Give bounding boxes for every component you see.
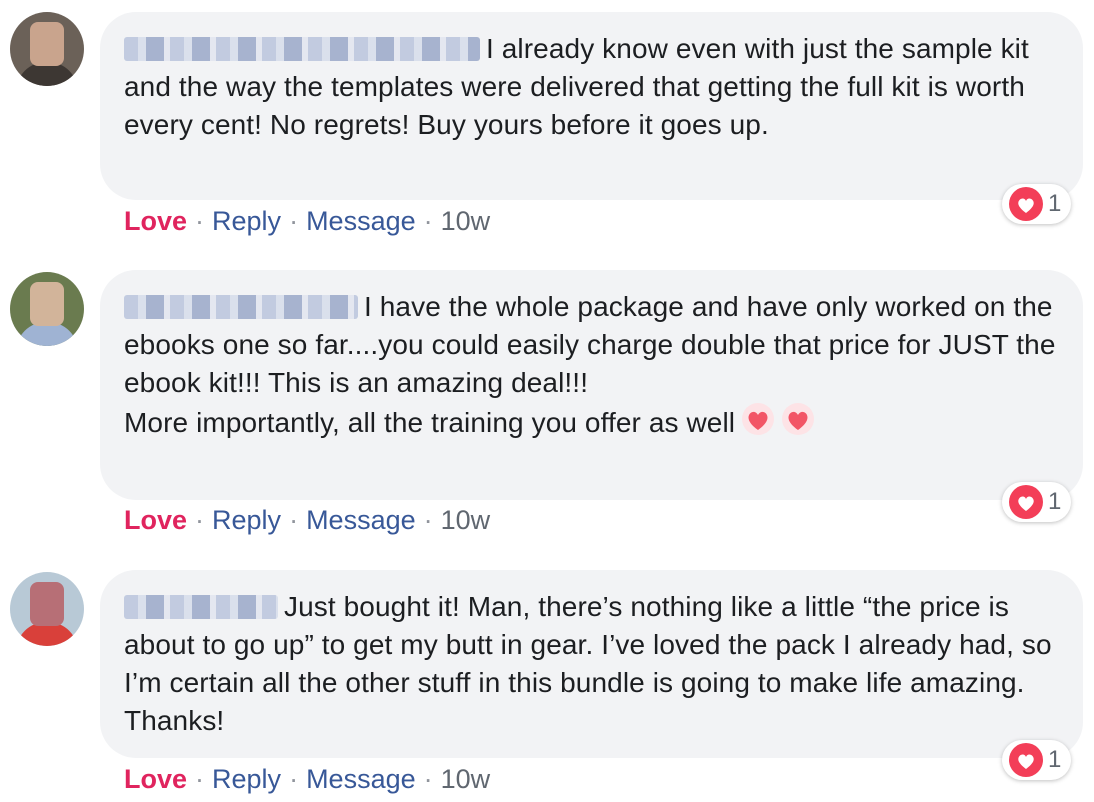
timestamp[interactable]: 10w: [441, 764, 491, 795]
separator-dot: ·: [289, 505, 299, 535]
message-link[interactable]: Message: [306, 206, 416, 237]
separator-dot: ·: [195, 505, 205, 535]
reaction-count: 1: [1048, 746, 1062, 773]
reply-link[interactable]: Reply: [212, 505, 281, 536]
heart-icon: [1009, 187, 1043, 221]
reply-link[interactable]: Reply: [212, 206, 281, 237]
love-link[interactable]: Love: [124, 505, 187, 536]
comment-bubble: I have the whole package and have only w…: [100, 270, 1083, 500]
heart-icon: [1009, 485, 1043, 519]
author-name-redacted[interactable]: [124, 295, 358, 319]
separator-dot: ·: [289, 764, 299, 794]
comment-text: I have the whole package and have only w…: [124, 288, 1059, 446]
love-link[interactable]: Love: [124, 764, 187, 795]
sparkling-heart-icon: [741, 402, 775, 446]
reaction-badge[interactable]: 1: [1002, 482, 1072, 522]
comment-actions: Love · Reply · Message · 10w: [124, 206, 490, 237]
comment-actions: Love · Reply · Message · 10w: [124, 764, 490, 795]
sparkling-heart-icon: [781, 402, 815, 446]
comment-text: I already know even with just the sample…: [124, 30, 1059, 144]
avatar[interactable]: [10, 272, 84, 346]
comment-actions: Love · Reply · Message · 10w: [124, 505, 490, 536]
avatar[interactable]: [10, 12, 84, 86]
timestamp[interactable]: 10w: [441, 505, 491, 536]
comment-bubble: Just bought it! Man, there’s nothing lik…: [100, 570, 1083, 758]
reaction-badge[interactable]: 1: [1002, 184, 1072, 224]
separator-dot: ·: [423, 505, 433, 535]
separator-dot: ·: [195, 206, 205, 236]
message-link[interactable]: Message: [306, 505, 416, 536]
author-name-redacted[interactable]: [124, 595, 278, 619]
heart-icon: [1009, 743, 1043, 777]
author-name-redacted[interactable]: [124, 37, 480, 61]
separator-dot: ·: [423, 764, 433, 794]
comment-paragraph: More importantly, all the training you o…: [124, 407, 736, 438]
comment-text: Just bought it! Man, there’s nothing lik…: [124, 588, 1059, 740]
reply-link[interactable]: Reply: [212, 764, 281, 795]
reaction-count: 1: [1048, 190, 1062, 217]
reaction-count: 1: [1048, 488, 1062, 515]
timestamp[interactable]: 10w: [441, 206, 491, 237]
love-link[interactable]: Love: [124, 206, 187, 237]
separator-dot: ·: [423, 206, 433, 236]
separator-dot: ·: [195, 764, 205, 794]
avatar[interactable]: [10, 572, 84, 646]
message-link[interactable]: Message: [306, 764, 416, 795]
reaction-badge[interactable]: 1: [1002, 740, 1072, 780]
separator-dot: ·: [289, 206, 299, 236]
comment-bubble: I already know even with just the sample…: [100, 12, 1083, 200]
